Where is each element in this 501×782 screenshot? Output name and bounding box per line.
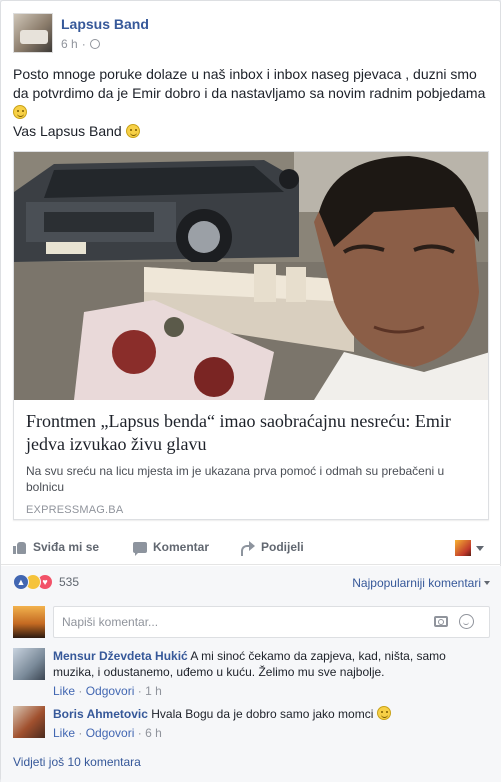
- comment-reply-link[interactable]: Odgovori: [86, 726, 135, 740]
- link-domain: EXPRESSMAG.BA: [26, 504, 124, 516]
- post-time[interactable]: 6 h: [61, 37, 78, 51]
- separator: ·: [81, 37, 86, 51]
- viewer-avatar-large: [13, 606, 45, 638]
- comment-label: Komentar: [153, 540, 210, 554]
- thumbs-up-icon: [13, 541, 27, 554]
- post-text: Posto mnoge poruke dolaze u naš inbox i …: [13, 65, 491, 141]
- smile-emoji-icon: [13, 105, 27, 119]
- link-description: Na svu sreću na licu mjesta im je ukazan…: [26, 464, 445, 494]
- comment-actions: Like · Odgovori · 1 h: [53, 684, 162, 698]
- comment-icon: [133, 541, 147, 556]
- share-label: Podijeli: [261, 540, 304, 554]
- comment-like-link[interactable]: Like: [53, 684, 75, 698]
- comment-composer: Napiši komentar...: [13, 606, 491, 638]
- commenter-avatar[interactable]: [13, 648, 45, 680]
- link-preview-image[interactable]: [14, 152, 488, 400]
- page-avatar[interactable]: [13, 13, 53, 53]
- comment-sort-dropdown[interactable]: Najpopularniji komentari: [352, 576, 490, 590]
- comments-area: ▲ ♥ 535 Najpopularniji komentari Napiši …: [1, 566, 501, 782]
- comment-button[interactable]: Komentar: [133, 540, 210, 556]
- reaction-count[interactable]: 535: [59, 575, 79, 589]
- selfie-photo: [14, 152, 488, 400]
- link-preview-body[interactable]: Frontmen „Lapsus benda“ imao saobraćajnu…: [14, 400, 488, 519]
- comment-time[interactable]: 1 h: [145, 684, 162, 698]
- like-button[interactable]: Sviđa mi se: [13, 540, 99, 554]
- smiley-icon[interactable]: [459, 614, 474, 629]
- like-icon: ▲: [13, 574, 29, 590]
- link-title[interactable]: Frontmen „Lapsus benda“ imao saobraćajnu…: [26, 410, 488, 456]
- like-label: Sviđa mi se: [33, 540, 100, 554]
- comment-item: Boris Ahmetovic Hvala Bogu da je dobro s…: [13, 706, 491, 746]
- post-card: Lapsus Band 6 h · Posto mnoge poruke dol…: [0, 0, 501, 782]
- reactions-summary[interactable]: ▲ ♥ 535: [13, 574, 79, 590]
- link-preview-card[interactable]: Frontmen „Lapsus benda“ imao saobraćajnu…: [13, 151, 489, 520]
- comment-sort-label: Najpopularniji komentari: [352, 576, 481, 590]
- page-name-link[interactable]: Lapsus Band: [61, 16, 149, 32]
- post-header: Lapsus Band 6 h ·: [13, 13, 483, 55]
- chevron-down-icon[interactable]: [476, 546, 484, 551]
- caret-down-icon: [484, 581, 490, 585]
- post-text-line2: Vas Lapsus Band: [13, 123, 122, 139]
- smile-emoji-icon: [125, 124, 140, 138]
- comment-body: Boris Ahmetovic Hvala Bogu da je dobro s…: [53, 706, 483, 722]
- comment-reply-link[interactable]: Odgovori: [86, 684, 135, 698]
- share-button[interactable]: Podijeli: [241, 540, 304, 556]
- comment-author[interactable]: Boris Ahmetovic: [53, 707, 148, 721]
- viewer-avatar[interactable]: [455, 540, 471, 556]
- commenter-avatar[interactable]: [13, 706, 45, 738]
- post-meta: 6 h ·: [61, 37, 100, 51]
- smile-emoji-icon: [376, 706, 391, 720]
- comment-item: Mensur Dževdeta Hukić A mi sinoć čekamo …: [13, 648, 491, 698]
- post-actions-bar: Sviđa mi se Komentar Podijeli: [1, 533, 501, 565]
- comment-actions: Like · Odgovori · 6 h: [53, 726, 162, 740]
- view-more-comments-link[interactable]: Vidjeti još 10 komentara: [13, 755, 141, 769]
- comment-author[interactable]: Mensur Dževdeta Hukić: [53, 649, 188, 663]
- share-icon: [241, 540, 255, 556]
- comment-time[interactable]: 6 h: [145, 726, 162, 740]
- post-text-line1: Posto mnoge poruke dolaze u naš inbox i …: [13, 66, 486, 101]
- comment-like-link[interactable]: Like: [53, 726, 75, 740]
- comment-input[interactable]: Napiši komentar...: [53, 606, 490, 638]
- globe-icon[interactable]: [89, 39, 100, 49]
- comment-body: Mensur Dževdeta Hukić A mi sinoć čekamo …: [53, 648, 483, 680]
- comment-text: Hvala Bogu da je dobro samo jako momci: [151, 707, 374, 721]
- camera-icon[interactable]: [434, 616, 448, 627]
